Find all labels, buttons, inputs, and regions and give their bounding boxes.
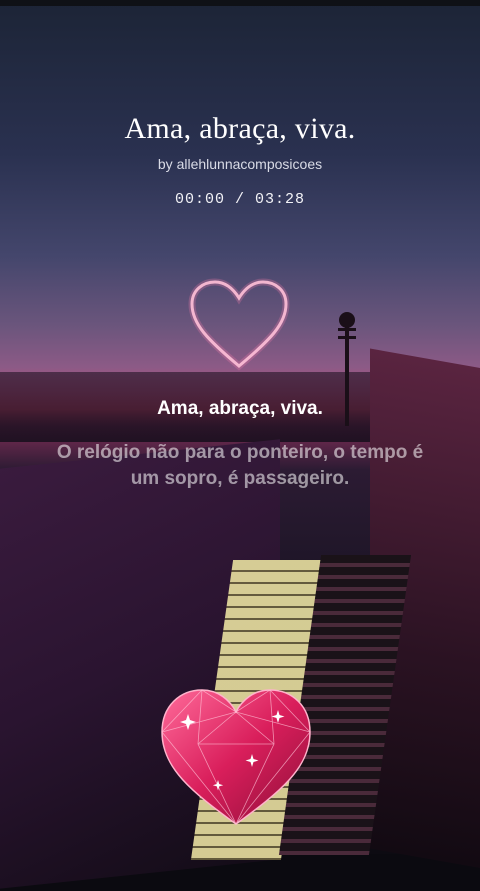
heart-outline-icon: [188, 278, 290, 371]
top-bar: [0, 0, 480, 6]
diamond-heart-icon[interactable]: [158, 684, 314, 828]
song-title: Ama, abraça, viva.: [124, 112, 356, 145]
lyric-next-line: O relógio não para o ponteiro, o tempo é…: [56, 442, 424, 489]
playback-time: 00:00 / 03:28: [174, 191, 306, 208]
artist-credit: by allehlunnacomposicoes: [157, 156, 323, 172]
lyric-current-line: Ama, abraça, viva.: [157, 398, 323, 419]
